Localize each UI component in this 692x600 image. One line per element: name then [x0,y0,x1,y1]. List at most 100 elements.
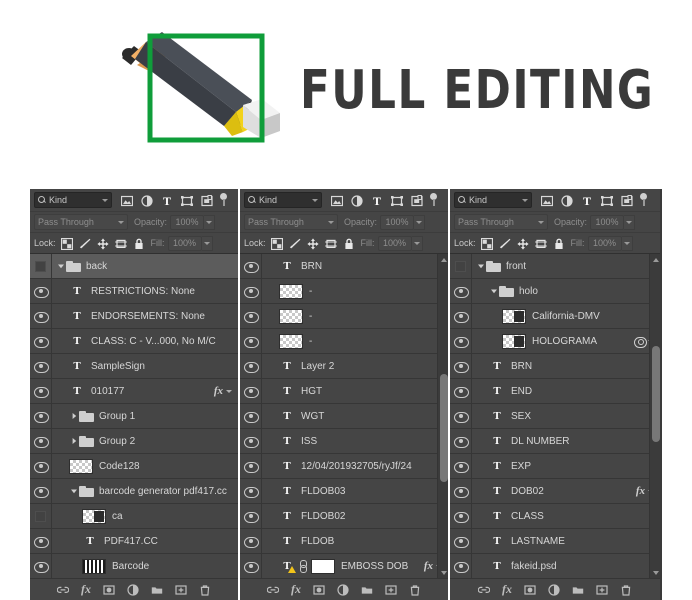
layer-visibility-toggle[interactable] [30,403,52,429]
layer-row-body[interactable]: T ISS [262,429,448,454]
opacity-value[interactable]: 100% [380,214,415,230]
layer-row[interactable]: T RESTRICTIONS: None [30,278,238,304]
kind-filter-select[interactable]: Kind [454,192,532,208]
layer-visibility-toggle[interactable] [30,528,52,554]
smart-object-filter-icon[interactable] [621,194,633,206]
type-filter-icon[interactable]: T [161,195,172,207]
layer-thumbnail[interactable] [502,333,526,349]
layer-row[interactable]: - [240,303,448,329]
layer-row[interactable]: T PDF417.CC [30,528,238,554]
layer-row[interactable]: Group 1 [30,403,238,429]
lock-all-icon[interactable] [133,238,144,249]
chevron-right-icon[interactable] [69,412,79,420]
lock-transparent-pixels-icon[interactable] [60,237,73,250]
blend-mode-select[interactable]: Pass Through [244,214,338,230]
layer-visibility-toggle[interactable] [240,278,262,304]
layer-row-body[interactable]: T HGT [262,379,448,404]
lock-image-pixels-icon[interactable] [79,238,90,249]
layer-row[interactable]: ca [30,503,238,529]
layer-visibility-toggle[interactable] [450,503,472,529]
layer-row[interactable]: T FLDOB02 [240,503,448,529]
link-layers-icon[interactable] [57,584,69,596]
layer-row-body[interactable]: T BRN [472,354,660,379]
layer-visibility-toggle[interactable] [240,428,262,454]
layer-row[interactable]: T 010177 fx [30,378,238,404]
layer-visibility-toggle[interactable] [240,528,262,554]
layer-thumbnail[interactable] [82,558,106,574]
layer-row-body[interactable]: T DOB02 fx [472,479,660,504]
smart-object-filter-icon[interactable] [201,194,213,206]
link-mask-icon[interactable] [299,560,307,573]
layer-row-body[interactable]: front [472,254,660,279]
layer-row[interactable]: T CLASS [450,503,660,529]
layer-visibility-toggle[interactable] [450,254,472,279]
layer-visibility-toggle[interactable] [450,378,472,404]
layer-row-body[interactable]: T CLASS: C - V...000, No M/C [52,329,238,354]
opacity-stepper[interactable] [204,214,216,230]
new-group-icon[interactable] [572,584,584,596]
chevron-down-icon[interactable] [226,389,232,393]
layer-row-body[interactable]: T BRN [262,254,448,279]
layer-list-scrollbar[interactable] [437,254,448,578]
adjustment-filter-icon[interactable] [351,194,363,207]
layer-visibility-toggle[interactable] [30,353,52,379]
pixel-filter-icon[interactable] [541,195,553,206]
layer-thumbnail[interactable] [279,283,303,299]
layer-visibility-toggle[interactable] [240,478,262,504]
add-layer-mask-icon[interactable] [313,584,325,596]
opacity-stepper[interactable] [624,214,636,230]
layer-visibility-toggle[interactable] [240,303,262,329]
scroll-down-arrow[interactable] [438,567,448,578]
layer-visibility-toggle[interactable] [30,553,52,578]
layer-row-body[interactable]: - [262,329,448,354]
layer-row-body[interactable]: T 12/04/201932705/ryJf/24 [262,454,448,479]
layer-row-body[interactable]: T 010177 fx [52,379,238,404]
layer-row-body[interactable]: T EXP [472,454,660,479]
opacity-value[interactable]: 100% [170,214,205,230]
layer-row-body[interactable]: T WGT [262,404,448,429]
shape-filter-icon[interactable] [181,195,193,206]
layer-visibility-toggle[interactable] [450,428,472,454]
layer-effects-fx-icon[interactable]: fx [424,560,433,572]
layer-row-body[interactable]: T LASTNAME [472,529,660,554]
lock-all-icon[interactable] [553,238,564,249]
fill-value[interactable]: 100% [377,235,412,251]
layer-row[interactable]: - [240,278,448,304]
layer-visibility-toggle[interactable] [450,403,472,429]
layer-row-body[interactable]: - [262,304,448,329]
layer-visibility-toggle[interactable] [240,328,262,354]
layer-row-body[interactable]: T DL NUMBER [472,429,660,454]
add-layer-mask-icon[interactable] [524,584,536,596]
lock-all-icon[interactable] [343,238,354,249]
layer-row[interactable]: T ENDORSEMENTS: None [30,303,238,329]
layer-row[interactable]: Barcode [30,553,238,578]
layer-row[interactable]: back [30,254,238,279]
fill-value[interactable]: 100% [587,235,622,251]
fill-stepper[interactable] [411,235,423,251]
layer-row-body[interactable]: Code128 [52,454,238,479]
shape-filter-icon[interactable] [601,195,613,206]
layer-row[interactable]: - [240,328,448,354]
layer-row-body[interactable]: back [52,254,238,279]
layer-visibility-toggle[interactable] [450,478,472,504]
layer-row[interactable]: T END [450,378,660,404]
layer-row-body[interactable]: T FLDOB03 [262,479,448,504]
type-filter-icon[interactable]: T [581,195,592,207]
effects-visibility-icon[interactable] [634,336,647,348]
layer-visibility-toggle[interactable] [240,453,262,479]
layer-visibility-toggle[interactable] [450,303,472,329]
lock-artboard-icon[interactable] [534,238,547,249]
layer-visibility-toggle[interactable] [30,478,52,504]
lock-image-pixels-icon[interactable] [289,238,300,249]
layer-row[interactable]: T FLDOB [240,528,448,554]
layer-row-body[interactable]: T SEX [472,404,660,429]
lock-artboard-icon[interactable] [114,238,127,249]
chevron-down-icon[interactable] [69,487,79,495]
layer-row-body[interactable]: California-DMV [472,304,660,329]
opacity-stepper[interactable] [414,214,426,230]
layer-thumbnail[interactable] [502,308,526,324]
layer-row[interactable]: T LASTNAME [450,528,660,554]
chevron-down-icon[interactable] [476,262,486,270]
layer-style-fx-icon[interactable]: fx [502,582,512,597]
layer-row-body[interactable]: HOLOGRAMA [472,329,660,354]
